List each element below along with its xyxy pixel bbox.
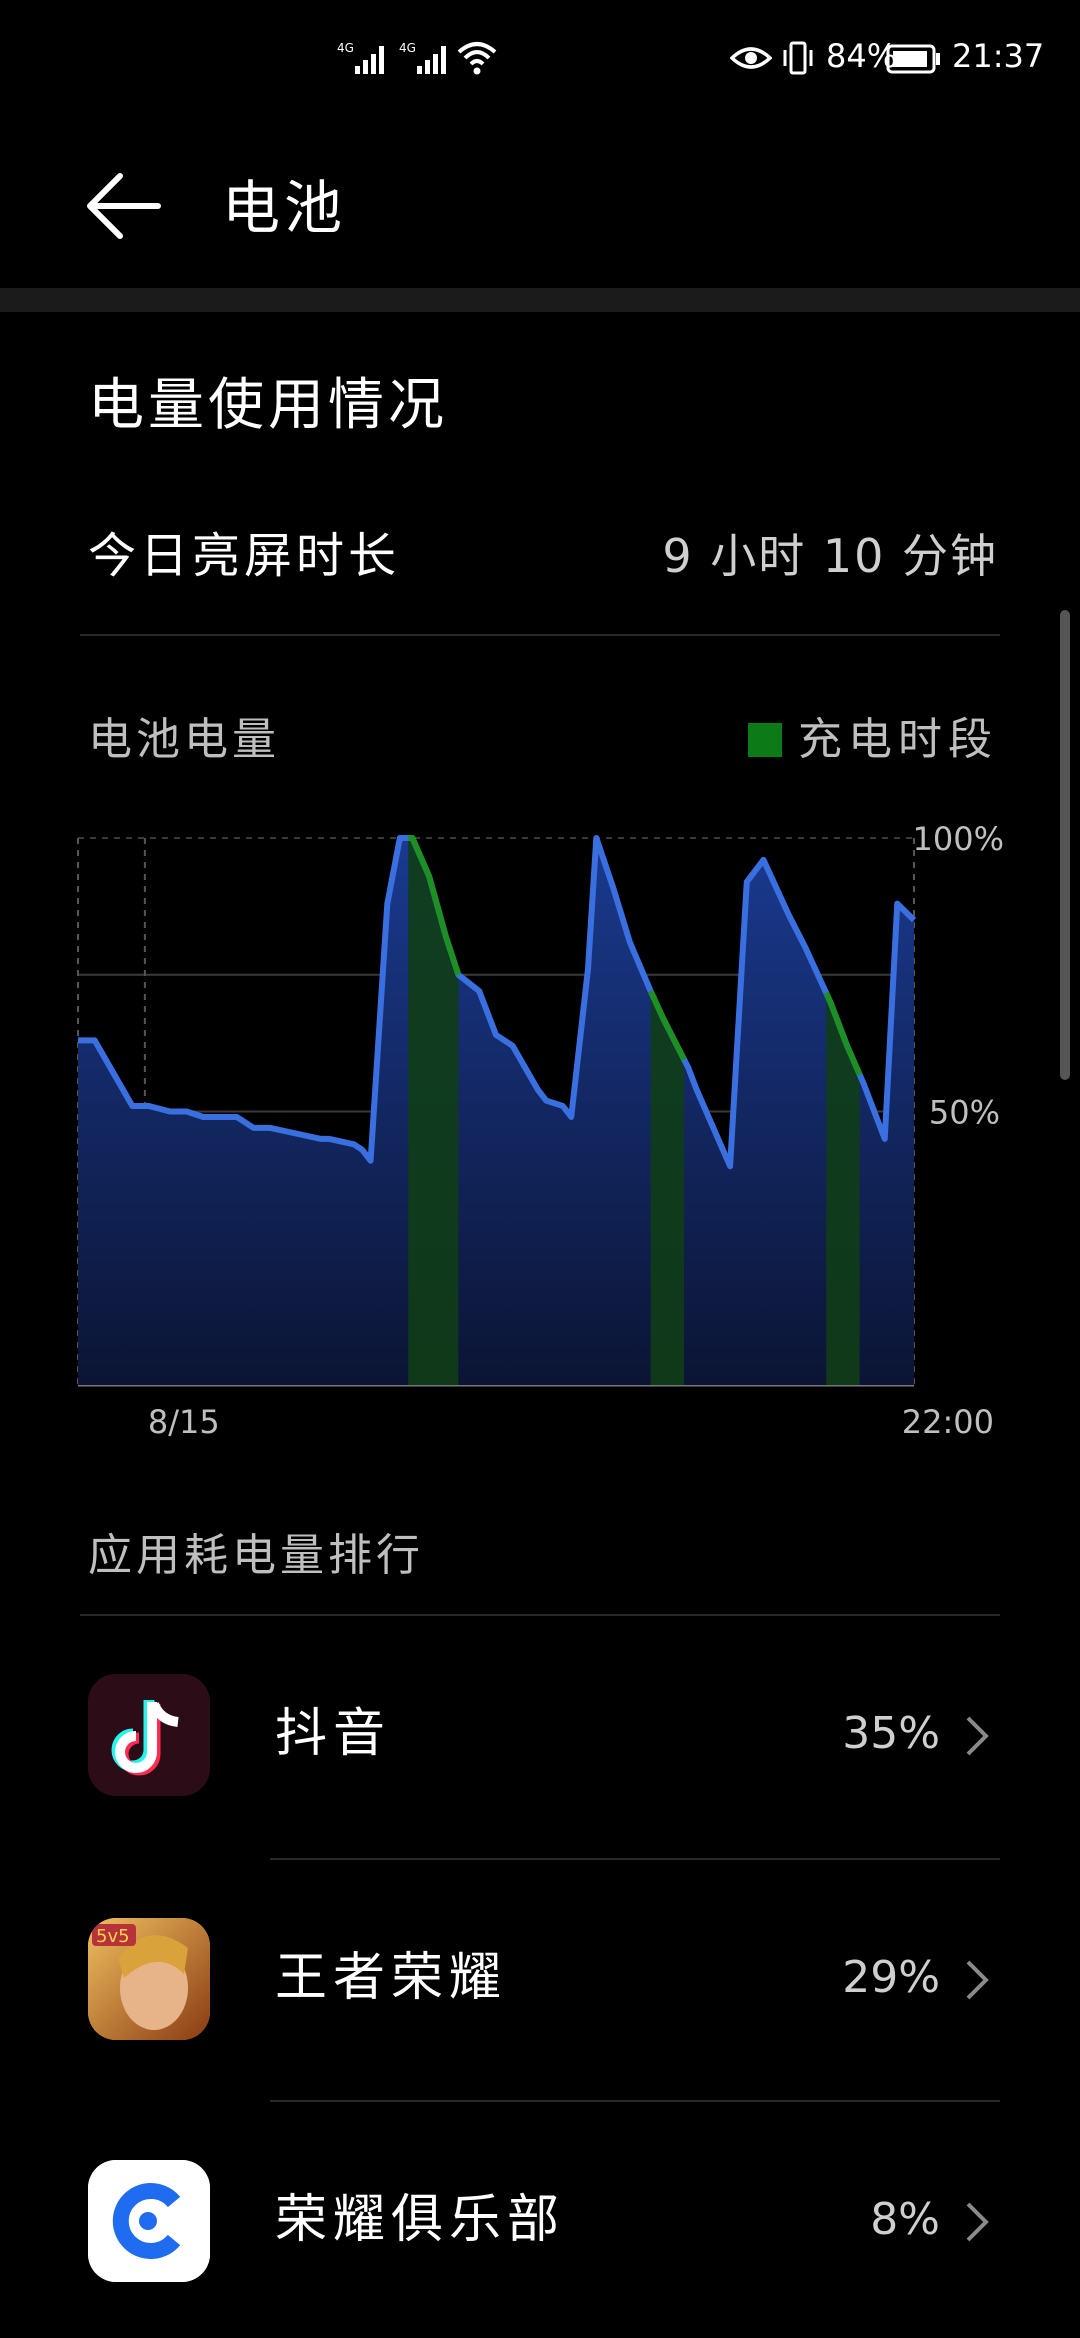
svg-text:4G: 4G xyxy=(399,41,416,55)
page-title: 电池 xyxy=(222,174,347,242)
battery-chart-header: 电池电量 充电时段 xyxy=(88,708,998,772)
chevron-right-icon xyxy=(966,2202,989,2242)
honor-of-kings-icon: 5v5 xyxy=(88,1918,210,2040)
charging-period-area xyxy=(408,838,459,1385)
signal-icon-1: 4G xyxy=(335,38,395,89)
eye-comfort-icon xyxy=(729,38,773,89)
charging-legend-label: 充电时段 xyxy=(798,714,998,765)
header-divider xyxy=(0,288,1080,312)
status-time: 21:37 xyxy=(952,37,1045,75)
app-row-honor-club[interactable]: 荣耀俱乐部 8% xyxy=(0,2122,1080,2322)
app-name: 荣耀俱乐部 xyxy=(275,2190,566,2250)
divider xyxy=(270,1858,1000,1860)
usage-section-title: 电量使用情况 xyxy=(88,373,448,438)
charging-period-area xyxy=(826,992,860,1385)
screen-time-row: 今日亮屏时长 9 小时 10 分钟 xyxy=(88,524,998,588)
honor-club-icon xyxy=(88,2160,210,2282)
apps-section-header: 应用耗电量排行 xyxy=(88,1524,998,1588)
svg-text:4G: 4G xyxy=(337,41,354,55)
y-tick-label: 100% xyxy=(913,820,1004,858)
battery-icon xyxy=(886,38,942,89)
app-row-douyin[interactable]: 抖音 35% xyxy=(0,1636,1080,1836)
y-tick-label: 50% xyxy=(929,1094,1000,1132)
svg-text:5v5: 5v5 xyxy=(96,1926,130,1947)
divider xyxy=(80,1614,1000,1616)
vibrate-icon xyxy=(780,38,816,89)
divider xyxy=(80,634,1000,636)
battery-level-chart: 100% 50% 8/15 22:00 xyxy=(77,820,1004,1441)
app-percent: 29% xyxy=(842,1952,940,2003)
screen-time-value: 9 小时 10 分钟 xyxy=(662,529,998,583)
divider xyxy=(270,2100,1000,2102)
signal-icon-2: 4G xyxy=(397,38,457,89)
back-button[interactable] xyxy=(80,160,170,250)
charging-legend-swatch xyxy=(748,723,782,757)
status-bar: 4G 4G 84% 21:37 xyxy=(0,0,1080,120)
apps-section-title: 应用耗电量排行 xyxy=(88,1530,424,1581)
chevron-right-icon xyxy=(966,1960,989,2000)
app-name: 王者荣耀 xyxy=(275,1948,508,2008)
app-header: 电池 xyxy=(0,120,1080,288)
app-percent: 8% xyxy=(870,2194,940,2245)
back-arrow-icon xyxy=(87,173,161,239)
wifi-icon xyxy=(457,38,497,89)
app-name: 抖音 xyxy=(275,1704,392,1764)
douyin-icon xyxy=(88,1674,210,1796)
chevron-right-icon xyxy=(966,1716,989,1756)
x-tick-label: 22:00 xyxy=(902,1403,994,1441)
app-row-honor-of-kings[interactable]: 5v5 王者荣耀 29% xyxy=(0,1880,1080,2080)
scrollbar[interactable] xyxy=(1060,610,1070,1080)
x-tick-label: 8/15 xyxy=(148,1403,220,1441)
app-percent: 35% xyxy=(842,1708,940,1759)
